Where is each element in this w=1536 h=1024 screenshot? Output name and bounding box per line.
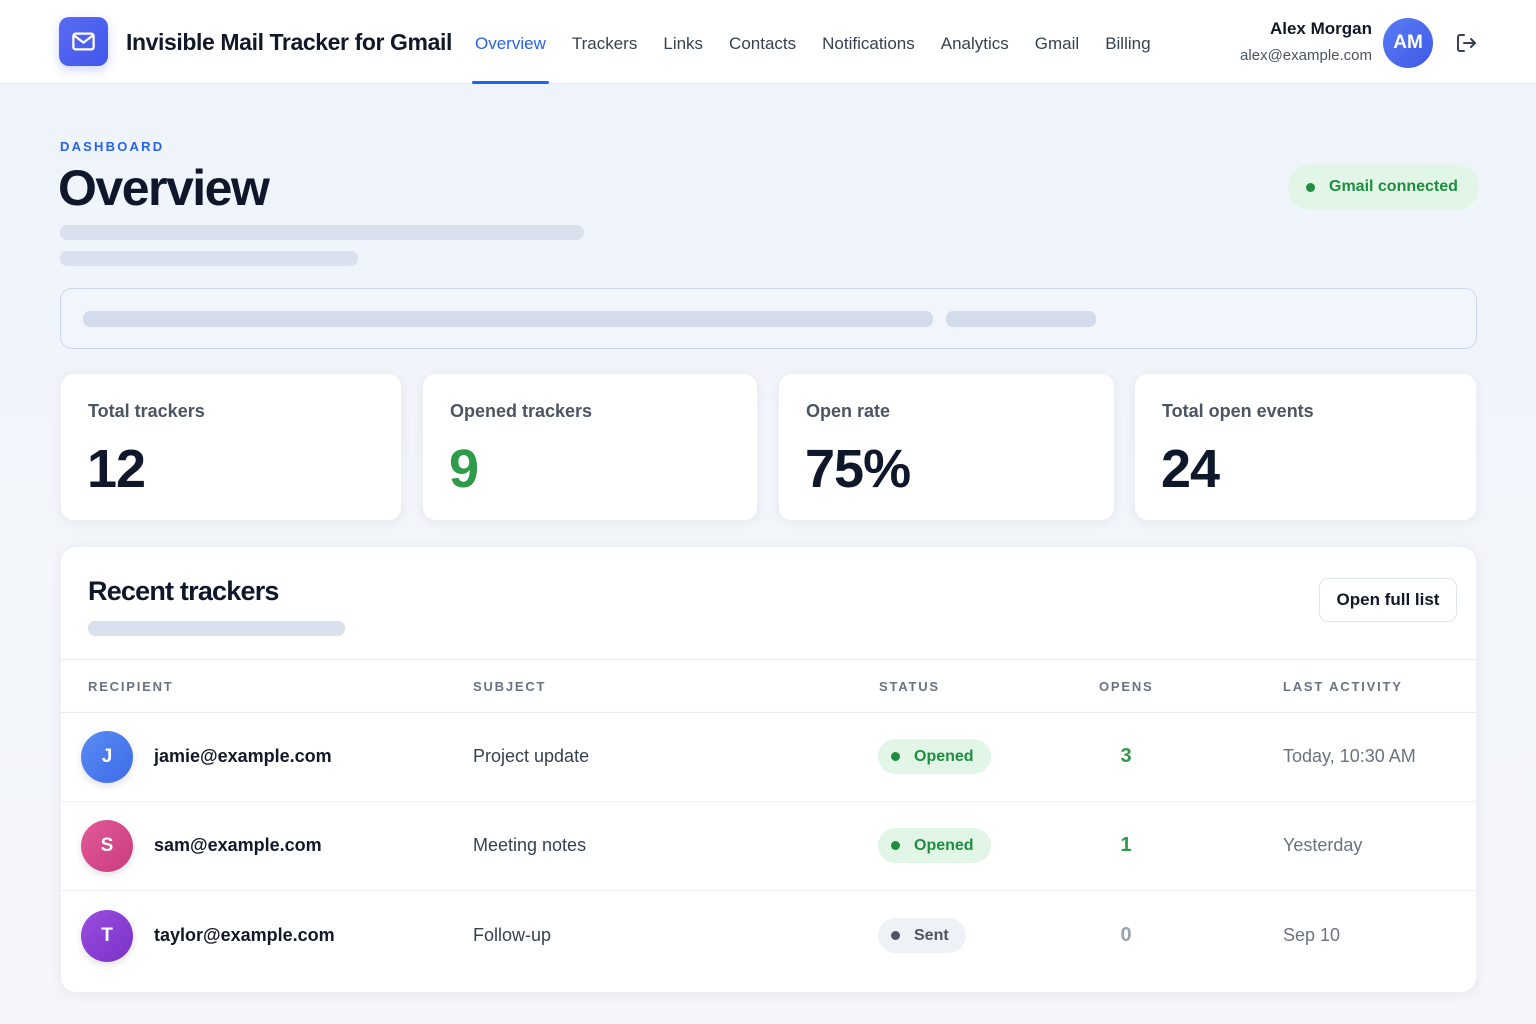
mail-icon (72, 32, 95, 51)
gmail-status-badge: Gmail connected (1288, 164, 1479, 210)
open-full-list-button[interactable]: Open full list (1319, 578, 1457, 622)
main-nav: Overview Trackers Links Contacts Notific… (462, 0, 1164, 84)
table-row[interactable]: S sam@example.com Meeting notes Opened 1… (61, 802, 1476, 891)
stat-label: Total open events (1162, 401, 1314, 421)
table-row[interactable]: J jamie@example.com Project update Opene… (61, 713, 1476, 802)
stat-label: Opened trackers (450, 401, 593, 421)
nav-links[interactable]: Links (650, 0, 716, 84)
recipient-avatar: J (81, 731, 133, 783)
table-row[interactable]: T taylor@example.com Follow-up Sent 0 Se… (61, 892, 1476, 981)
last-activity: Yesterday (1283, 835, 1363, 855)
status-label: Opened (914, 747, 974, 765)
stat-label: Total trackers (88, 401, 205, 421)
top-navbar: Invisible Mail Tracker for Gmail Overvie… (0, 0, 1536, 84)
stat-value: 12 (87, 439, 146, 499)
subtitle-placeholder-line-1 (60, 225, 584, 240)
banner-placeholder-line (83, 311, 933, 327)
status-dot-icon (891, 841, 900, 850)
user-name: Alex Morgan (1269, 19, 1372, 38)
page-eyebrow: DASHBOARD (60, 139, 165, 154)
recipient-email[interactable]: sam@example.com (154, 835, 322, 856)
column-header-status[interactable]: STATUS (879, 679, 940, 694)
last-activity: Sep 10 (1283, 925, 1341, 945)
status-badge: Sent (878, 918, 966, 953)
section-title: Recent trackers (88, 576, 279, 606)
recent-trackers-card: Recent trackers Open full list RECIPIENT… (60, 546, 1477, 993)
banner-placeholder-link (946, 311, 1096, 327)
stat-card-total-trackers: Total trackers 12 (60, 373, 402, 521)
recipient-email[interactable]: taylor@example.com (154, 925, 335, 946)
stat-card-open-rate: Open rate 75% (778, 373, 1115, 521)
nav-contacts[interactable]: Contacts (716, 0, 809, 84)
app-title: Invisible Mail Tracker for Gmail (126, 29, 452, 55)
column-header-last-activity[interactable]: LAST ACTIVITY (1283, 679, 1403, 694)
email-subject: Project update (473, 746, 590, 766)
stat-label: Open rate (806, 401, 891, 421)
nav-trackers[interactable]: Trackers (559, 0, 651, 84)
nav-billing[interactable]: Billing (1092, 0, 1163, 84)
table-header: RECIPIENT SUBJECT STATUS OPENS LAST ACTI… (61, 659, 1476, 713)
section-subtitle-placeholder (88, 621, 345, 636)
column-header-subject[interactable]: SUBJECT (473, 679, 546, 694)
status-dot-icon (891, 931, 900, 940)
opens-count: 0 (1120, 924, 1132, 946)
nav-overview[interactable]: Overview (462, 0, 559, 84)
status-label: Sent (914, 926, 949, 944)
app-logo[interactable] (59, 17, 108, 66)
stat-card-opened-trackers: Opened trackers 9 (422, 373, 758, 521)
status-dot-icon (1306, 182, 1315, 192)
subtitle-placeholder-line-2 (60, 251, 358, 266)
stat-card-total-open-events: Total open events 24 (1134, 373, 1477, 521)
column-header-recipient[interactable]: RECIPIENT (88, 679, 174, 694)
stat-value: 9 (449, 439, 479, 499)
email-subject: Follow-up (473, 925, 552, 945)
recipient-email[interactable]: jamie@example.com (154, 746, 332, 767)
column-header-opens[interactable]: OPENS (1099, 679, 1154, 694)
user-avatar[interactable]: AM (1383, 18, 1433, 68)
page-title: Overview (58, 160, 270, 216)
status-dot-icon (891, 752, 900, 761)
logout-icon[interactable] (1454, 31, 1478, 55)
opens-count: 1 (1120, 834, 1132, 856)
last-activity: Today, 10:30 AM (1283, 746, 1416, 766)
recipient-avatar: S (81, 820, 133, 872)
nav-analytics[interactable]: Analytics (928, 0, 1022, 84)
user-email: alex@example.com (1240, 47, 1372, 64)
nav-notifications[interactable]: Notifications (809, 0, 928, 84)
email-subject: Meeting notes (473, 835, 587, 855)
stat-value: 24 (1161, 439, 1220, 499)
info-banner (60, 288, 1477, 349)
stat-value: 75% (805, 439, 911, 499)
status-badge: Opened (878, 828, 991, 863)
recipient-avatar: T (81, 910, 133, 962)
nav-gmail[interactable]: Gmail (1022, 0, 1092, 84)
status-badge: Opened (878, 739, 991, 774)
status-label: Opened (914, 836, 974, 854)
gmail-status-label: Gmail connected (1329, 178, 1458, 195)
opens-count: 3 (1120, 745, 1132, 767)
